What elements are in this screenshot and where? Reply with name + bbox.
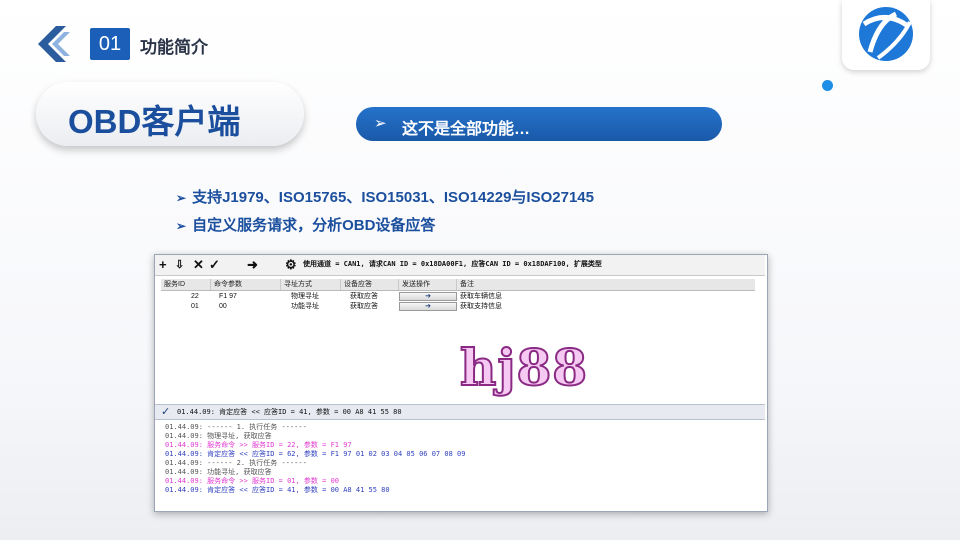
column-header: 发送操作 xyxy=(399,279,457,290)
log-line: 01.44.09: ------ 2. 执行任务 ------ xyxy=(165,459,307,467)
remark: 获取支持信息 xyxy=(460,303,502,310)
column-header: 服务ID xyxy=(161,279,211,290)
run-arrow-icon[interactable]: ➜ xyxy=(247,257,258,273)
check-icon: ✓ xyxy=(161,406,171,418)
column-header: 命令参数 xyxy=(211,279,281,290)
bullet-item: ➢ 自定义服务请求，分析OBD设备应答 xyxy=(176,214,435,235)
slide-title: OBD客户端 xyxy=(68,103,241,140)
channel-status: 使用通道 = CAN1, 请求CAN ID = 0x18DA00F1, 应答CA… xyxy=(303,260,602,268)
arrow-bullet-icon: ➢ xyxy=(176,191,187,205)
feature-banner: ➢ 这不是全部功能… xyxy=(356,107,722,141)
addressing-mode: 功能寻址 xyxy=(291,303,319,310)
bullet-text: 自定义服务请求，分析OBD设备应答 xyxy=(192,217,436,234)
device-response: 获取应答 xyxy=(350,293,378,300)
log-line: 01.44.09: 服务命令 >> 服务ID = 22, 参数 = F1 97 xyxy=(165,441,352,449)
send-button[interactable]: ➔ xyxy=(399,292,457,301)
banner-text: 这不是全部功能… xyxy=(402,121,531,138)
service-table-header: 服务ID 命令参数 寻址方式 设备应答 发送操作 备注 xyxy=(161,279,755,291)
arrow-bullet-icon: ➢ xyxy=(374,115,387,132)
company-logo xyxy=(842,0,930,70)
addressing-mode: 物理寻址 xyxy=(291,293,319,300)
back-chevron-icon xyxy=(38,26,70,62)
device-response: 获取应答 xyxy=(350,303,378,310)
column-header: 备注 xyxy=(460,281,474,288)
column-header: 设备应答 xyxy=(341,279,399,290)
log-line: 01.44.09: 肯定应答 << 应答ID = 62, 参数 = F1 97 … xyxy=(165,450,466,458)
bullet-text: 支持J1979、ISO15765、ISO15031、ISO14229与ISO27… xyxy=(192,189,594,206)
arrow-bullet-icon: ➢ xyxy=(176,219,187,233)
accent-dot xyxy=(822,80,833,91)
toolbar: + ⇩ ✕ ✓ ➜ ⚙ 使用通道 = CAN1, 请求CAN ID = 0x18… xyxy=(155,255,765,276)
slide-title-pill: OBD客户端 xyxy=(36,82,304,146)
service-id: 01 xyxy=(191,303,199,310)
watermark: hj88 xyxy=(459,337,589,398)
command-param: 00 xyxy=(219,303,227,310)
section-number: 01 xyxy=(90,28,130,60)
response-status-text: 01.44.09: 肯定应答 << 应答ID = 41, 参数 = 00 A8 … xyxy=(177,408,402,416)
bullet-item: ➢ 支持J1979、ISO15765、ISO15031、ISO14229与ISO2… xyxy=(176,186,594,207)
table-row[interactable]: 22 F1 97 物理寻址 获取应答 ➔ 获取车辆信息 xyxy=(161,292,755,302)
section-title: 功能简介 xyxy=(140,38,208,57)
delete-icon[interactable]: ✕ xyxy=(193,257,204,273)
globe-logo-icon xyxy=(859,7,913,61)
service-id: 22 xyxy=(191,293,199,300)
send-button[interactable]: ➔ xyxy=(399,302,457,311)
table-row[interactable]: 01 00 功能寻址 获取应答 ➔ 获取支持信息 xyxy=(161,302,755,312)
remark: 获取车辆信息 xyxy=(460,293,502,300)
log-line: 01.44.09: ------ 1. 执行任务 ------ xyxy=(165,423,307,431)
add-icon[interactable]: + xyxy=(159,257,167,273)
log-line: 01.44.09: 肯定应答 << 应答ID = 41, 参数 = 00 A8 … xyxy=(165,486,390,494)
import-icon[interactable]: ⇩ xyxy=(175,257,184,273)
column-header: 寻址方式 xyxy=(281,279,341,290)
gear-icon[interactable]: ⚙ xyxy=(285,257,297,273)
log-line: 01.44.09: 物理寻址, 获取应答 xyxy=(165,432,272,440)
command-param: F1 97 xyxy=(219,293,237,300)
log-line: 01.44.09: 功能寻址, 获取应答 xyxy=(165,468,272,476)
response-status-bar: ✓ 01.44.09: 肯定应答 << 应答ID = 41, 参数 = 00 A… xyxy=(155,404,765,420)
log-line: 01.44.09: 服务命令 >> 服务ID = 01, 参数 = 00 xyxy=(165,477,340,485)
check-icon[interactable]: ✓ xyxy=(209,257,220,273)
